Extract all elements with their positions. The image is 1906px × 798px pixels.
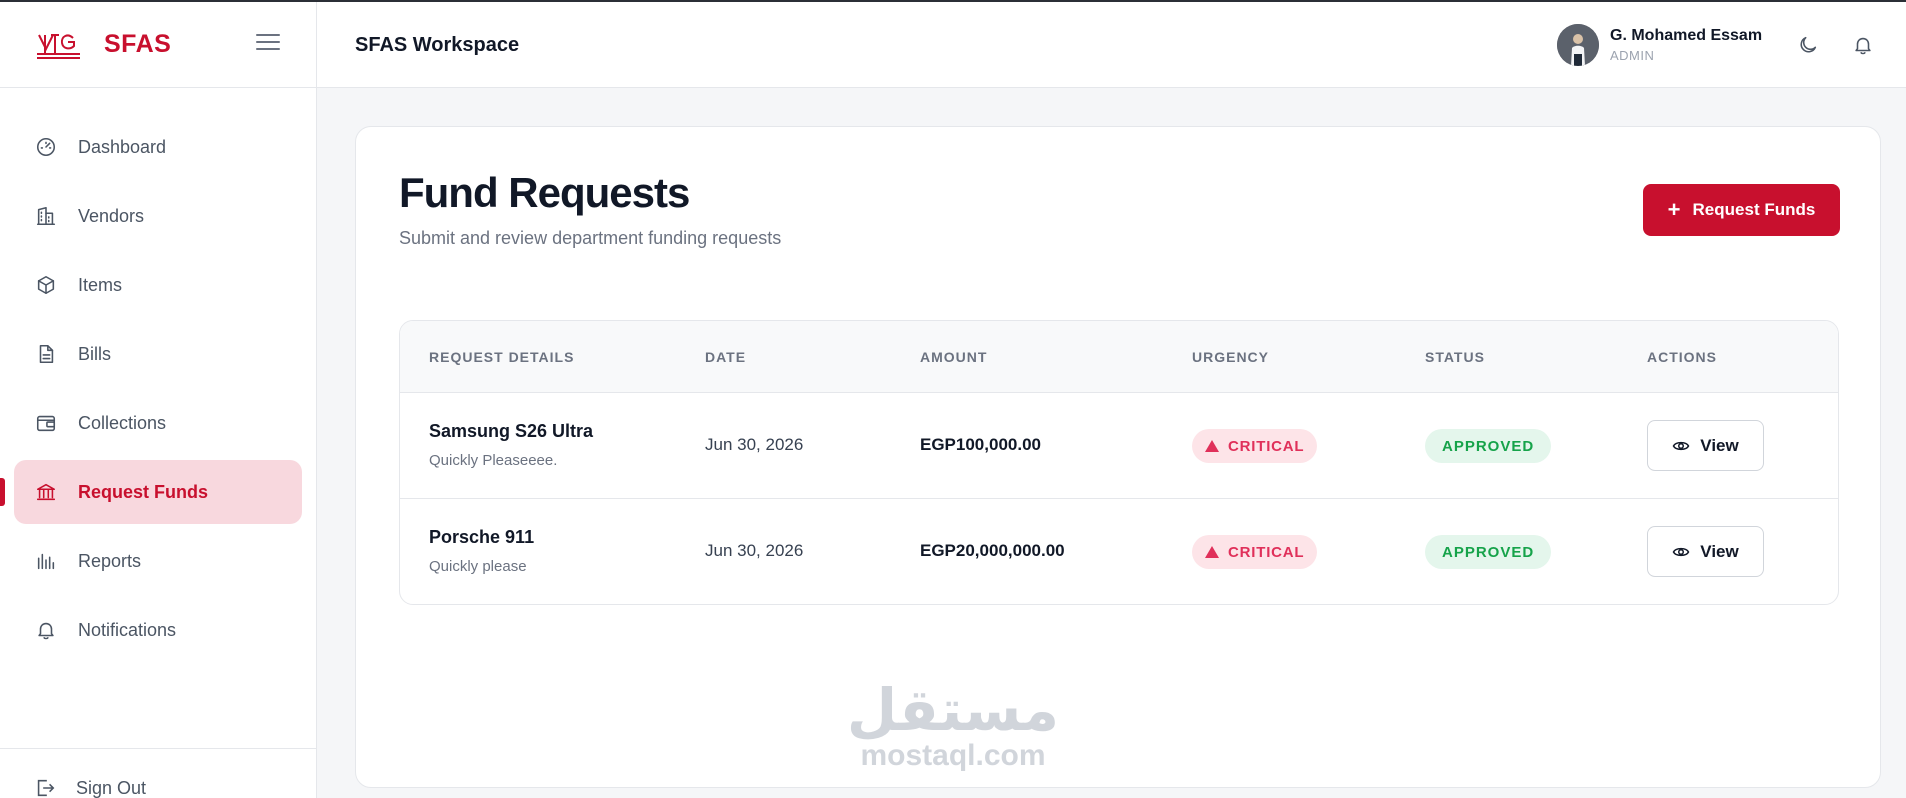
request-name: Samsung S26 Ultra xyxy=(429,421,594,441)
urgency-label: CRITICAL xyxy=(1228,437,1305,455)
request-date: Jun 30, 2026 xyxy=(705,435,804,454)
sidebar-item-label: Notifications xyxy=(78,619,177,640)
column-status: STATUS xyxy=(1425,349,1485,365)
sign-out-icon xyxy=(37,779,55,797)
sidebar-item-dashboard[interactable]: Dashboard xyxy=(14,115,302,179)
sidebar-item-label: Collections xyxy=(78,412,167,433)
column-request-details: REQUEST DETAILS xyxy=(429,349,575,365)
request-date: Jun 30, 2026 xyxy=(705,541,804,560)
sign-out-label: Sign Out xyxy=(76,777,147,798)
watermark-latin: mostaql.com xyxy=(860,739,1046,772)
page-subtitle: Submit and review department funding req… xyxy=(399,228,782,248)
view-label: View xyxy=(1700,435,1739,455)
sidebar-item-notifications[interactable]: Notifications xyxy=(14,598,302,662)
wallet-icon xyxy=(34,411,58,435)
column-amount: AMOUNT xyxy=(920,349,988,365)
watermark-arabic: مستقل xyxy=(846,676,1059,744)
ntg-logo[interactable] xyxy=(35,29,82,61)
request-note: Quickly Pleaseeee. xyxy=(429,452,558,469)
urgency-label: CRITICAL xyxy=(1228,543,1305,561)
column-actions: ACTIONS xyxy=(1647,349,1717,365)
sidebar-item-label: Request Funds xyxy=(78,481,209,502)
sidebar-item-items[interactable]: Items xyxy=(14,253,302,317)
fund-requests-table: REQUEST DETAILS DATE AMOUNT URGENCY STAT… xyxy=(399,320,1839,605)
eye-icon xyxy=(1672,441,1690,450)
avatar[interactable] xyxy=(1557,24,1599,66)
sidebar-item-vendors[interactable]: Vendors xyxy=(14,184,302,248)
warning-triangle-icon xyxy=(1205,546,1219,558)
table-row: Porsche 911 Quickly please Jun 30, 2026 … xyxy=(400,499,1838,604)
sidebar-footer: Sign Out xyxy=(0,748,316,798)
eye-icon xyxy=(1672,547,1690,556)
sidebar-item-label: Bills xyxy=(78,343,112,364)
sidebar-nav: Dashboard Vendors Items Bills Collection… xyxy=(0,88,316,662)
gauge-icon xyxy=(34,135,58,159)
top-header: SFAS Workspace G. Mohamed Essam ADMIN xyxy=(317,2,1906,88)
sidebar: SFAS Dashboard Vendors Items Bills Colle… xyxy=(0,2,317,798)
sign-out-button[interactable]: Sign Out xyxy=(34,777,146,798)
bell-icon[interactable] xyxy=(1852,34,1876,58)
sidebar-item-label: Dashboard xyxy=(78,136,167,157)
table-row: Samsung S26 Ultra Quickly Pleaseeee. Jun… xyxy=(400,393,1838,499)
hamburger-menu-icon[interactable] xyxy=(256,34,280,56)
request-amount: EGP100,000.00 xyxy=(920,435,1041,454)
view-label: View xyxy=(1700,541,1739,561)
sidebar-item-label: Vendors xyxy=(78,205,145,226)
sidebar-item-bills[interactable]: Bills xyxy=(14,322,302,386)
column-date: DATE xyxy=(705,349,747,365)
view-button[interactable]: View xyxy=(1647,526,1764,577)
bar-chart-icon xyxy=(34,549,58,573)
brand-name: SFAS xyxy=(104,30,172,58)
sidebar-item-reports[interactable]: Reports xyxy=(14,529,302,593)
request-name: Porsche 911 xyxy=(429,527,535,547)
cube-icon xyxy=(34,273,58,297)
page-title: Fund Requests xyxy=(399,169,690,216)
building-icon xyxy=(34,204,58,228)
user-role: ADMIN xyxy=(1610,48,1655,63)
request-note: Quickly please xyxy=(429,558,527,575)
status-badge: APPROVED xyxy=(1425,429,1552,463)
workspace-title: SFAS Workspace xyxy=(355,34,520,56)
request-amount: EGP20,000,000.00 xyxy=(920,541,1065,560)
moon-icon[interactable] xyxy=(1797,34,1821,58)
brand: SFAS xyxy=(0,2,316,88)
sidebar-item-request-funds[interactable]: Request Funds xyxy=(0,460,302,524)
column-urgency: URGENCY xyxy=(1192,349,1270,365)
urgency-badge: CRITICAL xyxy=(1192,535,1318,569)
request-funds-button[interactable]: + Request Funds xyxy=(1643,184,1840,236)
view-button[interactable]: View xyxy=(1647,420,1764,471)
document-icon xyxy=(34,342,58,366)
table-header: REQUEST DETAILS DATE AMOUNT URGENCY STAT… xyxy=(400,321,1838,393)
sidebar-item-label: Items xyxy=(78,274,123,295)
urgency-badge: CRITICAL xyxy=(1192,429,1318,463)
plus-icon: + xyxy=(1667,197,1681,222)
watermark: مستقل mostaql.com xyxy=(847,680,1059,772)
bell-icon xyxy=(34,618,58,642)
warning-triangle-icon xyxy=(1205,440,1219,452)
bank-icon xyxy=(34,480,58,504)
sidebar-item-label: Reports xyxy=(78,550,142,571)
sidebar-item-collections[interactable]: Collections xyxy=(14,391,302,455)
request-funds-label: Request Funds xyxy=(1692,200,1816,219)
status-badge: APPROVED xyxy=(1425,535,1552,569)
user-name: G. Mohamed Essam xyxy=(1610,27,1763,44)
main-card: Fund Requests Submit and review departme… xyxy=(355,126,1881,788)
